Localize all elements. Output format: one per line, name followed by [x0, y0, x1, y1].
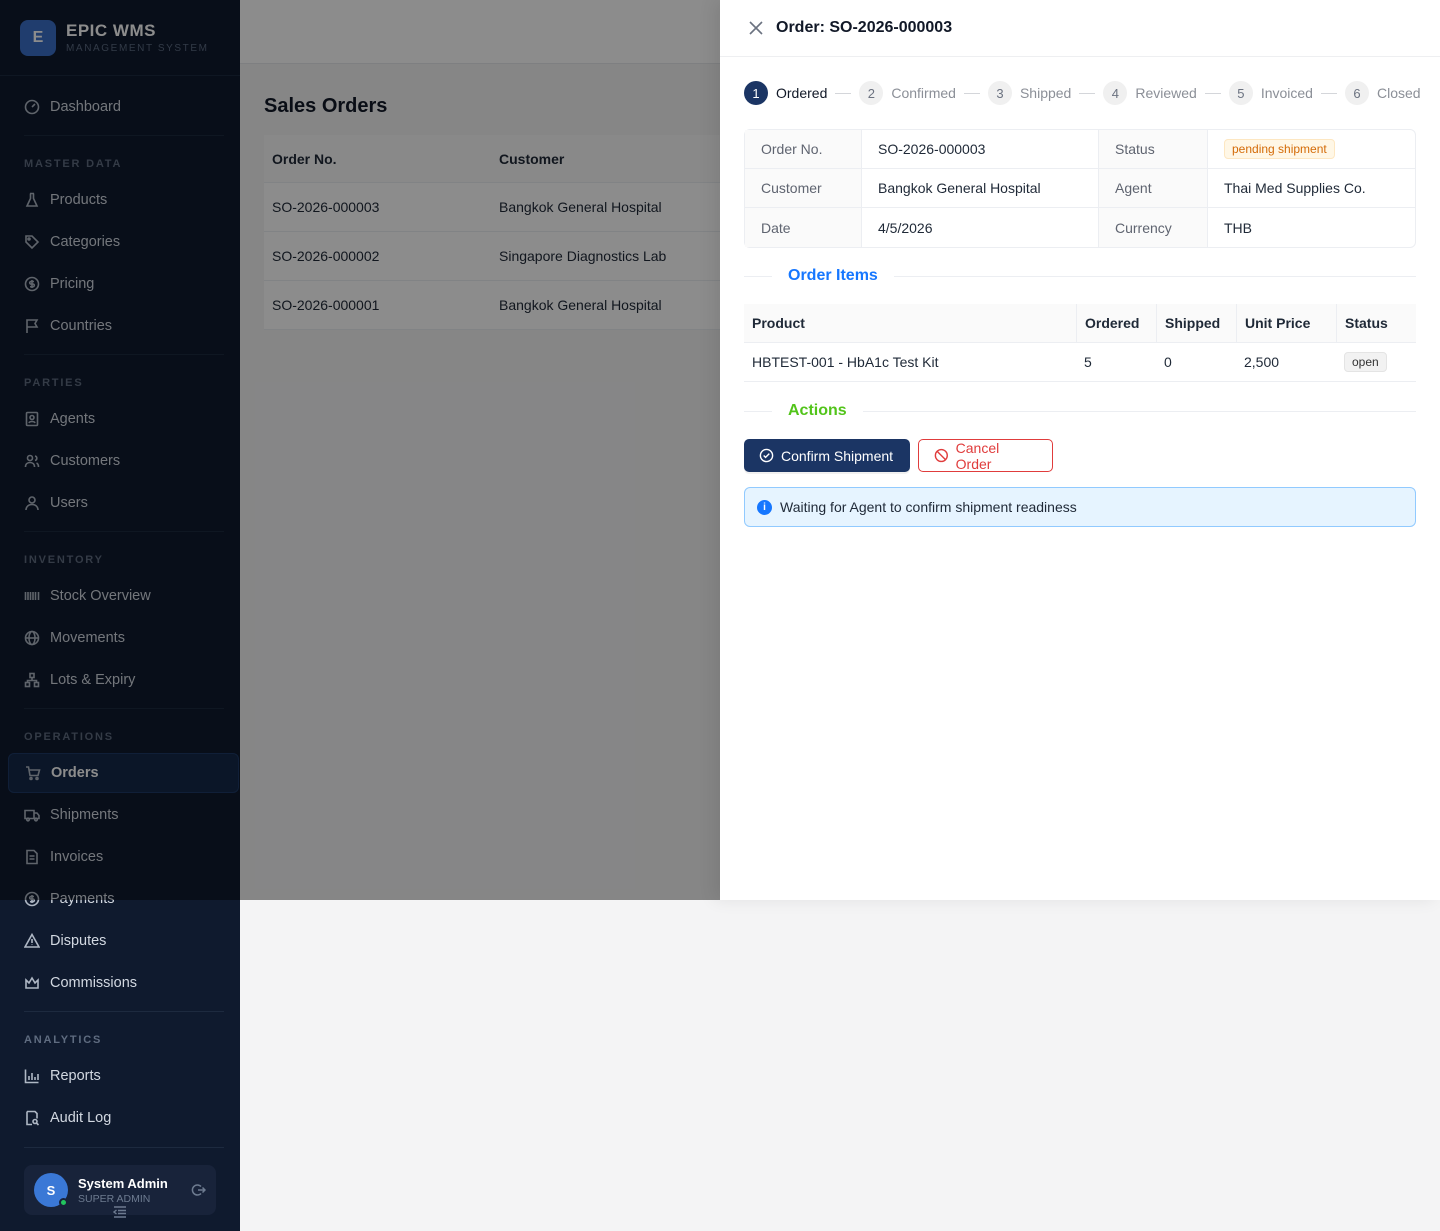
bar-chart-icon — [24, 1068, 40, 1084]
order-items-divider: Order Items — [744, 266, 1416, 286]
actions-title: Actions — [788, 402, 847, 419]
close-icon[interactable] — [748, 20, 764, 36]
step-invoiced: 5 Invoiced — [1228, 81, 1313, 105]
drawer-mask-left[interactable] — [0, 0, 240, 900]
step-number: 6 — [1344, 81, 1369, 105]
unit-price-cell: 2,500 — [1244, 354, 1280, 370]
customer-label: Customer — [745, 169, 861, 207]
check-circle-icon — [759, 448, 774, 463]
section-analytics: ANALYTICS — [24, 1034, 103, 1046]
drawer-header: Order: SO-2026-000003 — [720, 0, 1440, 57]
step-label: Ordered — [776, 85, 828, 101]
step-ordered: 1 Ordered — [744, 81, 827, 105]
sidebar-item-label: Commissions — [50, 975, 138, 991]
info-icon: i — [757, 499, 772, 515]
currency-value: THB — [1207, 208, 1415, 247]
step-number: 2 — [859, 81, 884, 105]
sidebar-item-disputes[interactable]: Disputes — [8, 921, 239, 961]
step-label: Reviewed — [1135, 85, 1197, 101]
drawer-title: Order: SO-2026-000003 — [776, 19, 953, 36]
order-no-value: SO-2026-000003 — [861, 130, 1098, 168]
step-reviewed: 4 Reviewed — [1103, 81, 1197, 105]
crown-icon — [24, 975, 40, 991]
currency-label: Currency — [1098, 208, 1207, 247]
cancel-order-label: Cancel Order — [955, 439, 1000, 472]
order-drawer: Order: SO-2026-000003 1 Ordered 2 Confirme… — [720, 0, 1440, 900]
col-unit-price: Unit Price — [1236, 304, 1336, 342]
date-label: Date — [745, 208, 861, 247]
items-header: Product Ordered Shipped Unit Price Statu… — [744, 304, 1416, 343]
customer-value: Bangkok General Hospital — [861, 169, 1098, 207]
step-label: Shipped — [1019, 85, 1072, 101]
stop-icon — [934, 448, 948, 463]
step-closed: 6 Closed — [1344, 81, 1421, 105]
step-label: Closed — [1376, 85, 1421, 101]
confirm-shipment-label: Confirm Shipment — [781, 447, 894, 464]
shipped-cell: 0 — [1164, 354, 1172, 370]
actions-divider: Actions — [744, 401, 1416, 421]
warning-icon — [24, 933, 40, 949]
sidebar-item-audit-log[interactable]: Audit Log — [8, 1098, 239, 1138]
step-label: Invoiced — [1260, 85, 1313, 101]
step-number: 5 — [1228, 81, 1253, 105]
order-items-title: Order Items — [788, 267, 878, 284]
alert-message: Waiting for Agent to confirm shipment re… — [780, 499, 1077, 515]
order-items-table: Product Ordered Shipped Unit Price Statu… — [744, 304, 1416, 382]
product-cell: HBTEST-001 - HbA1c Test Kit — [752, 354, 939, 370]
user-name: System Admin — [78, 1175, 168, 1191]
status-label: Status — [1098, 130, 1207, 168]
sidebar-item-label: Reports — [50, 1068, 101, 1084]
step-confirmed: 2 Confirmed — [859, 81, 956, 105]
info-alert: i Waiting for Agent to confirm shipment … — [744, 487, 1416, 527]
order-steps: 1 Ordered 2 Confirmed 3 Shipped 4 Reviewed 5… — [744, 81, 1421, 105]
step-number: 4 — [1103, 81, 1128, 105]
order-details: Order No. SO-2026-000003 Status pending … — [744, 129, 1416, 248]
item-status-badge: open — [1344, 352, 1387, 372]
step-number: 1 — [744, 81, 768, 105]
logout-icon[interactable] — [190, 1182, 206, 1198]
sidebar-item-commissions[interactable]: Commissions — [8, 963, 239, 1003]
step-label: Confirmed — [891, 85, 956, 101]
sidebar-item-label: Disputes — [50, 933, 107, 949]
step-shipped: 3 Shipped — [987, 81, 1072, 105]
file-search-icon — [24, 1110, 40, 1126]
sidebar-item-label: Audit Log — [50, 1110, 112, 1126]
avatar: S — [34, 1173, 68, 1207]
col-shipped: Shipped — [1156, 304, 1236, 342]
table-row[interactable]: HBTEST-001 - HbA1c Test Kit 5 0 2,500 op… — [744, 343, 1416, 382]
order-no-label: Order No. — [745, 130, 861, 168]
user-role: SUPER ADMIN — [78, 1192, 151, 1205]
step-number: 3 — [987, 81, 1012, 105]
sidebar-item-reports[interactable]: Reports — [8, 1056, 239, 1096]
col-status: Status — [1336, 304, 1416, 342]
cancel-order-button[interactable]: Cancel Order — [918, 439, 1053, 472]
ordered-cell: 5 — [1084, 354, 1092, 370]
online-indicator — [59, 1198, 68, 1207]
date-value: 4/5/2026 — [861, 208, 1098, 247]
col-ordered: Ordered — [1076, 304, 1156, 342]
agent-value: Thai Med Supplies Co. — [1207, 169, 1415, 207]
menu-collapse-icon[interactable] — [113, 1205, 127, 1219]
col-product: Product — [752, 315, 805, 331]
status-badge: pending shipment — [1224, 139, 1335, 159]
confirm-shipment-button[interactable]: Confirm Shipment — [744, 439, 910, 472]
agent-label: Agent — [1098, 169, 1207, 207]
